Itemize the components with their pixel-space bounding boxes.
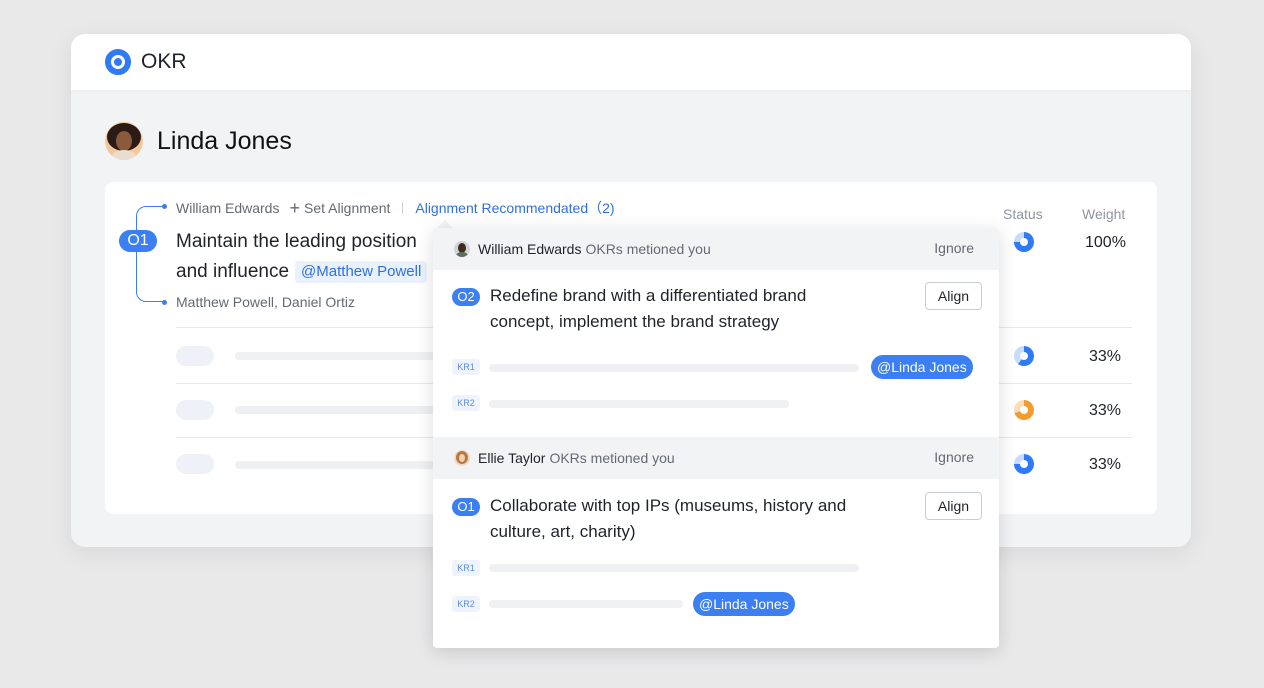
set-alignment-button[interactable]: Set Alignment: [304, 200, 390, 216]
progress-ring-icon[interactable]: [1014, 232, 1034, 252]
mention-tag[interactable]: @Linda Jones: [871, 355, 973, 379]
user-name: Linda Jones: [157, 126, 292, 155]
notification-header: Ellie Taylor OKRs metioned you Ignore: [433, 437, 999, 479]
weight-value: 33%: [1089, 402, 1122, 419]
ignore-button[interactable]: Ignore: [934, 449, 974, 465]
progress-ring-icon[interactable]: [1014, 400, 1034, 420]
weight-column-header: Weight: [1082, 206, 1126, 222]
avatar: [454, 241, 470, 257]
objective-badge: O2: [452, 288, 480, 306]
notification-text: OKRs metioned you: [585, 241, 711, 257]
kr-placeholder-bar: [489, 564, 859, 572]
connector-dot: [162, 300, 167, 305]
alignment-recommendation-popup: William Edwards OKRs metioned you Ignore…: [433, 228, 999, 648]
kr-placeholder-bar: [489, 364, 859, 372]
parent-owner-link[interactable]: William Edwards: [176, 200, 279, 216]
avatar[interactable]: [105, 122, 143, 160]
mention-tag[interactable]: @Linda Jones: [693, 592, 795, 616]
recommended-objective-title: Collaborate with top IPs (museums, histo…: [490, 496, 847, 541]
objective-owners: Matthew Powell, Daniel Ortiz: [176, 294, 355, 310]
plus-icon[interactable]: +: [289, 199, 300, 217]
avatar: [454, 450, 470, 466]
align-button[interactable]: Align: [925, 492, 982, 520]
app-title: OKR: [141, 50, 187, 73]
kr-placeholder-bar: [235, 352, 435, 360]
kr-placeholder-bar: [235, 461, 435, 469]
alignment-connector: [136, 206, 166, 302]
objective-badge: O1: [452, 498, 480, 516]
recommended-objective-title: Redefine brand with a differentiated bra…: [490, 286, 807, 331]
divider: [402, 202, 404, 214]
align-button[interactable]: Align: [925, 282, 982, 310]
alignment-recommended-link[interactable]: Alignment Recommendated（2): [415, 198, 614, 218]
top-bar: OKR: [71, 34, 1191, 90]
mention-chip[interactable]: @Matthew Powell: [295, 261, 428, 283]
kr-placeholder-bar: [235, 406, 435, 414]
kr-placeholder-pill: [176, 346, 214, 366]
kr-tag: KR1: [452, 359, 480, 375]
progress-ring-icon[interactable]: [1014, 454, 1034, 474]
ignore-button[interactable]: Ignore: [934, 240, 974, 256]
weight-value: 33%: [1089, 456, 1122, 473]
connector-dot: [162, 204, 167, 209]
kr-placeholder-pill: [176, 400, 214, 420]
kr-tag: KR2: [452, 596, 480, 612]
weight-value: 33%: [1089, 348, 1122, 365]
kr-placeholder-pill: [176, 454, 214, 474]
kr-tag: KR1: [452, 560, 480, 576]
notification-user[interactable]: Ellie Taylor: [478, 450, 545, 466]
weight-value: 100%: [1085, 234, 1126, 251]
objective-title[interactable]: Maintain the leading position and influe…: [176, 227, 446, 287]
kr-placeholder-bar: [489, 400, 789, 408]
notification-header: William Edwards OKRs metioned you Ignore: [433, 228, 999, 270]
notification-user[interactable]: William Edwards: [478, 241, 581, 257]
kr-tag: KR2: [452, 395, 480, 411]
okr-logo-icon: [105, 49, 131, 75]
notification-text: OKRs metioned you: [549, 450, 675, 466]
objective-meta: William Edwards + Set Alignment Alignmen…: [176, 198, 615, 218]
progress-ring-icon[interactable]: [1014, 346, 1034, 366]
user-header: Linda Jones: [105, 122, 292, 160]
status-column-header: Status: [1003, 206, 1043, 222]
kr-placeholder-bar: [489, 600, 683, 608]
popup-pointer: [437, 220, 453, 228]
objective-badge: O1: [119, 230, 157, 252]
